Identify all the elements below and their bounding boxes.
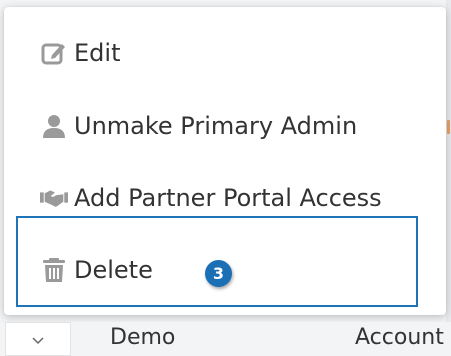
chevron-down-icon (31, 330, 45, 349)
menu-item-label: Delete (74, 256, 153, 284)
menu-item-edit[interactable]: Edit (4, 23, 446, 83)
user-icon (40, 112, 68, 140)
step-number-badge: 3 (205, 260, 232, 287)
column-header-demo[interactable]: Demo (110, 325, 175, 350)
menu-item-unmake-primary-admin[interactable]: Unmake Primary Admin (4, 96, 446, 156)
handshake-icon (40, 184, 68, 212)
menu-item-label: Edit (74, 39, 121, 67)
background-page-strip (446, 0, 451, 324)
background-edge-mark (447, 120, 450, 134)
edit-icon (40, 39, 68, 67)
row-select-dropdown[interactable] (5, 322, 71, 356)
menu-item-label: Add Partner Portal Access (74, 184, 382, 212)
menu-item-add-partner-portal-access[interactable]: Add Partner Portal Access (4, 168, 446, 228)
column-header-account[interactable]: Account (355, 325, 444, 350)
table-header-row: Demo Account (0, 322, 451, 356)
menu-item-label: Unmake Primary Admin (74, 112, 358, 140)
trash-icon (40, 256, 68, 284)
